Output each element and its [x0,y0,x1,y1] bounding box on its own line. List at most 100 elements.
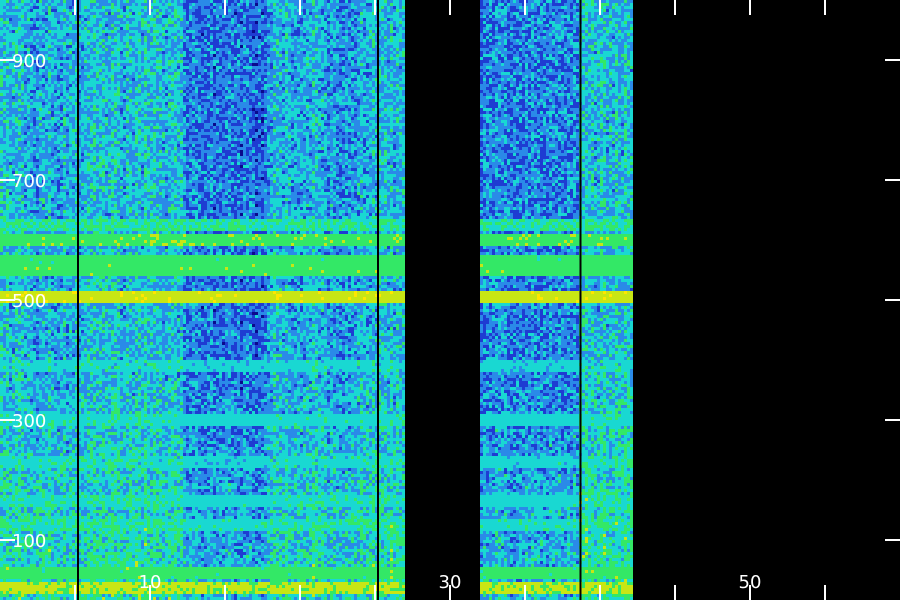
heatmap-cell [15,348,18,351]
heatmap-cell [21,141,24,144]
heatmap-cell [21,120,24,123]
heatmap-cell [21,234,24,237]
heatmap-cell [21,483,24,486]
heatmap-cell [6,582,9,585]
heatmap-cell [15,72,18,75]
heatmap-cell [6,378,9,381]
heatmap-cell [21,222,24,225]
heatmap-cell [3,147,6,150]
heatmap-cell [3,87,6,90]
heatmap-cell [0,405,3,408]
heatmap-cell [9,435,12,438]
heatmap-cell [0,468,3,471]
heatmap-cell [3,195,6,198]
heatmap-cell [3,489,6,492]
heatmap-cell [0,195,3,198]
heatmap-cell [18,480,21,483]
heatmap-cell [0,240,3,243]
heatmap-cell [6,288,9,291]
heatmap-cell [9,381,12,384]
heatmap-cell [6,81,9,84]
heatmap-cell [9,219,12,222]
heatmap-cell [6,204,9,207]
heatmap-cell [15,447,18,450]
heatmap-cell [6,66,9,69]
heatmap-cell [9,489,12,492]
heatmap-cell [9,6,12,9]
heatmap-cell [3,570,6,573]
heatmap-cell [9,573,12,576]
heatmap-cell [18,141,21,144]
heatmap-cell [6,591,9,594]
heatmap-cell [0,429,3,432]
heatmap-cell [9,363,12,366]
heatmap-cell [21,6,24,9]
heatmap-cell [0,342,3,345]
heatmap-cell [18,39,21,42]
heatmap-cell [3,219,6,222]
heatmap-cell [3,99,6,102]
heatmap-cell [12,375,15,378]
heatmap-cell [21,156,24,159]
heatmap-cell [12,507,15,510]
heatmap-cell [21,237,24,240]
heatmap-cell [9,162,12,165]
heatmap-cell [3,264,6,267]
heatmap-cell [6,198,9,201]
heatmap-cell [6,15,9,18]
heatmap-cell [12,513,15,516]
heatmap-cell [3,21,6,24]
heatmap-cell [3,213,6,216]
heatmap-cell [18,432,21,435]
heatmap-cell [0,564,3,567]
heatmap-cell [3,345,6,348]
heatmap-cell [18,84,21,87]
heatmap-cell [9,237,12,240]
heatmap-cell [9,204,12,207]
heatmap-cell [18,327,21,330]
heatmap-cell [9,507,12,510]
heatmap-cell [9,558,12,561]
heatmap-cell [18,21,21,24]
heatmap-cell [18,357,21,360]
heatmap-cell [9,276,12,279]
heatmap-cell [18,228,21,231]
heatmap-cell [3,393,6,396]
heatmap-cell [3,390,6,393]
heatmap-cell [3,207,6,210]
heatmap-cell [9,441,12,444]
heatmap-cell [3,468,6,471]
heatmap-cell [6,438,9,441]
heatmap-cell [21,399,24,402]
heatmap-cell [3,441,6,444]
heatmap-cell [18,567,21,570]
heatmap-cell [12,96,15,99]
heatmap-cell [15,93,18,96]
heatmap-cell [3,573,6,576]
heatmap-cell [12,225,15,228]
heatmap-cell [3,150,6,153]
heatmap-cell [3,357,6,360]
heatmap-cell [3,444,6,447]
heatmap-cell [15,99,18,102]
heatmap-cell [0,96,3,99]
heatmap-cell [6,75,9,78]
heatmap-cell [0,489,3,492]
heatmap-cell [15,234,18,237]
heatmap-cell [18,33,21,36]
heatmap-cell [15,282,18,285]
heatmap-cell [15,360,18,363]
heatmap-cell [18,378,21,381]
heatmap-cell [12,591,15,594]
heatmap-cell [3,81,6,84]
heatmap-cell [0,462,3,465]
heatmap-cell [3,564,6,567]
heatmap-cell [21,498,24,501]
heatmap-cell [0,24,3,27]
heatmap-cell [15,474,18,477]
heatmap-cell [12,453,15,456]
heatmap-cell [15,36,18,39]
heatmap-cell [6,552,9,555]
heatmap-cell [9,330,12,333]
heatmap-cell [12,207,15,210]
